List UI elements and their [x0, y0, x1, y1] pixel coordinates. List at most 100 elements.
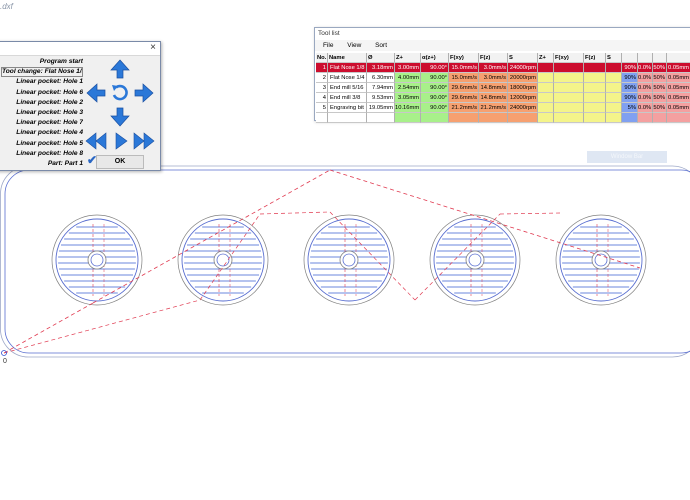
menu-file[interactable]: File — [323, 42, 333, 49]
table-cell — [538, 103, 554, 113]
program-entry[interactable]: Linear pocket: Hole 5 — [1, 139, 83, 149]
program-entry[interactable]: Linear pocket: Hole 3 — [1, 108, 83, 118]
table-cell: 1 — [316, 63, 328, 73]
table-cell: 90.00° — [421, 103, 449, 113]
program-entry[interactable]: Tool change: Flat Nose 1/8 — [1, 67, 83, 78]
ok-button[interactable]: OK — [96, 155, 144, 169]
table-cell — [584, 73, 606, 83]
table-cell: 14.8mm/s — [479, 83, 508, 93]
table-cell: 9.53mm — [367, 93, 395, 103]
table-cell — [667, 113, 690, 123]
table-cell: 50% — [653, 83, 667, 93]
column-header: S — [606, 53, 622, 63]
menu-sort[interactable]: Sort — [375, 42, 387, 49]
table-cell — [538, 83, 554, 93]
column-header: S — [508, 53, 538, 63]
tool-list-menu: File View Sort — [315, 40, 690, 51]
column-header — [667, 53, 690, 63]
table-cell — [606, 103, 622, 113]
tool-list-title: Tool list — [315, 28, 690, 40]
table-cell: 3.00mm — [395, 63, 421, 73]
table-cell — [554, 93, 584, 103]
table-cell: 15.0mm/s — [449, 63, 479, 73]
table-cell: 90% — [622, 73, 638, 83]
program-entry[interactable]: Linear pocket: Hole 4 — [1, 128, 83, 138]
column-header: F(xy) — [449, 53, 479, 63]
table-cell — [606, 83, 622, 93]
arrow-right-icon[interactable] — [133, 82, 155, 104]
table-cell: 14.8mm/s — [479, 93, 508, 103]
hole — [555, 214, 647, 306]
holes — [51, 214, 647, 306]
column-header: F(z) — [479, 53, 508, 63]
arrow-up-icon[interactable] — [109, 58, 131, 80]
program-entries: Program start Tool change: Flat Nose 1/8 L… — [1, 57, 83, 169]
table-cell — [554, 73, 584, 83]
close-icon[interactable]: × — [150, 42, 156, 54]
program-entry[interactable]: Linear pocket: Hole 7 — [1, 118, 83, 128]
column-header — [622, 53, 638, 63]
program-entry[interactable]: Linear pocket: Hole 1 — [1, 77, 83, 87]
table-cell — [584, 93, 606, 103]
table-cell: 0.0% — [638, 103, 653, 113]
table-cell: 24000rpm — [508, 63, 538, 73]
table-cell: 21.2mm/s — [449, 103, 479, 113]
rapid-move — [3, 299, 201, 354]
column-header: Z+ — [538, 53, 554, 63]
table-cell: 5 — [316, 103, 328, 113]
table-cell — [606, 113, 622, 123]
arrow-left-icon[interactable] — [85, 82, 107, 104]
table-cell: 0.0% — [638, 73, 653, 83]
table-cell: 4.00mm — [395, 73, 421, 83]
table-cell: 0.05mm — [667, 63, 690, 73]
fast-forward-icon[interactable] — [133, 130, 155, 152]
table-cell — [554, 113, 584, 123]
table-cell: 15.0mm/s — [449, 73, 479, 83]
table-cell: 0.05mm — [667, 103, 690, 113]
rapid-move — [3, 302, 94, 354]
table-cell — [554, 103, 584, 113]
table-cell: 90% — [622, 63, 638, 73]
column-header: F(z) — [584, 53, 606, 63]
table-cell: 3.0mm/s — [479, 63, 508, 73]
table-cell — [538, 73, 554, 83]
table-cell: Engraving bit — [328, 103, 367, 113]
table-cell: 3.18mm — [367, 63, 395, 73]
program-entry[interactable]: Program start — [1, 57, 83, 67]
column-header: α(z+) — [421, 53, 449, 63]
origin-label: 0 — [3, 358, 7, 365]
program-entry[interactable]: Part: Part 1 — [1, 159, 83, 169]
table-cell: 5% — [622, 103, 638, 113]
column-header: No. — [316, 53, 328, 63]
table-cell — [584, 83, 606, 93]
rapid-move — [499, 212, 561, 215]
reset-icon[interactable] — [109, 82, 131, 104]
table-cell: 2 — [316, 73, 328, 83]
table-cell: 0.05mm — [667, 93, 690, 103]
play-icon[interactable] — [110, 130, 132, 152]
table-cell: 90.00° — [421, 73, 449, 83]
table-cell: 90.00° — [421, 83, 449, 93]
rapid-move — [329, 169, 641, 269]
table-cell — [584, 103, 606, 113]
table-cell: 90% — [622, 93, 638, 103]
rewind-icon[interactable] — [85, 130, 107, 152]
table-cell: 0.0% — [638, 63, 653, 73]
table-cell: 0.05mm — [667, 73, 690, 83]
program-entry[interactable]: Linear pocket: Hole 8 — [1, 149, 83, 159]
table-cell — [538, 113, 554, 123]
column-header: Name — [328, 53, 367, 63]
table-cell: 20000rpm — [508, 73, 538, 83]
menu-view[interactable]: View — [347, 42, 361, 49]
hole — [429, 214, 521, 306]
table-cell: 7.94mm — [367, 83, 395, 93]
arrow-down-icon[interactable] — [109, 106, 131, 128]
table-cell: 2.54mm — [395, 83, 421, 93]
program-entry[interactable]: Linear pocket: Hole 6 — [1, 88, 83, 98]
rapid-move — [92, 169, 331, 304]
program-entry[interactable]: Linear pocket: Hole 2 — [1, 98, 83, 108]
hole — [303, 214, 395, 306]
table-cell — [653, 113, 667, 123]
rapid-move — [259, 211, 331, 215]
table-cell — [638, 113, 653, 123]
